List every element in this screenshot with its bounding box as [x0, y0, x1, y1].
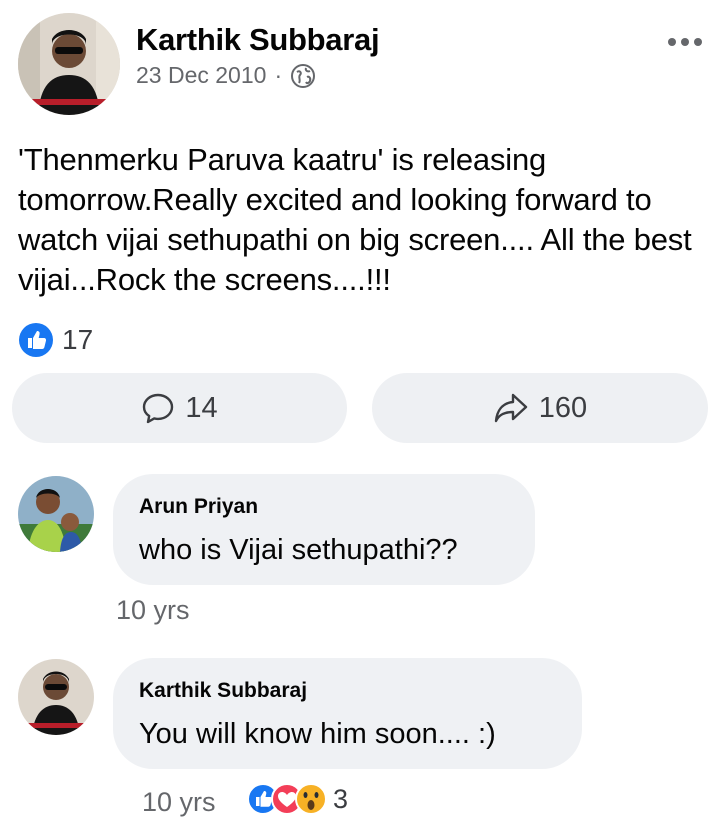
comment-button[interactable]: 14: [12, 373, 347, 443]
like-count: 17: [62, 324, 94, 355]
comment-author[interactable]: Karthik Subbaraj: [139, 679, 307, 703]
wow-icon: [295, 783, 327, 815]
like-icon: [19, 323, 53, 357]
comment-bubble: Karthik Subbaraj You will know him soon.…: [113, 658, 582, 769]
comment-text: You will know him soon.... :): [139, 718, 496, 750]
commenter-avatar[interactable]: [18, 476, 94, 552]
globe-icon: [291, 63, 316, 88]
post-meta: 23 Dec 2010 ·: [136, 62, 316, 89]
comment-count: 14: [185, 391, 218, 424]
post-author-name[interactable]: Karthik Subbaraj: [136, 22, 380, 58]
comment-time: 10 yrs: [142, 787, 216, 817]
comment-text: who is Vijai sethupathi??: [139, 534, 458, 566]
meta-separator: ·: [274, 62, 283, 88]
post-date[interactable]: 23 Dec 2010: [136, 62, 266, 89]
share-count: 160: [538, 391, 588, 424]
comment-bubble: Arun Priyan who is Vijai sethupathi??: [113, 474, 535, 585]
comment-time: 10 yrs: [116, 595, 190, 625]
author-avatar[interactable]: [18, 13, 120, 115]
post-text: 'Thenmerku Paruva kaatru' is releasing t…: [18, 142, 692, 297]
share-button[interactable]: 160: [372, 373, 708, 443]
share-icon: [494, 393, 527, 423]
comment-reaction-count: 3: [333, 783, 349, 814]
comment-reactions[interactable]: 3: [247, 782, 348, 816]
comment-author[interactable]: Arun Priyan: [139, 495, 258, 519]
comment-icon: [143, 393, 174, 424]
more-dots-icon[interactable]: [668, 38, 702, 46]
reactions-summary[interactable]: 17: [18, 322, 93, 358]
commenter-avatar[interactable]: [18, 659, 94, 735]
